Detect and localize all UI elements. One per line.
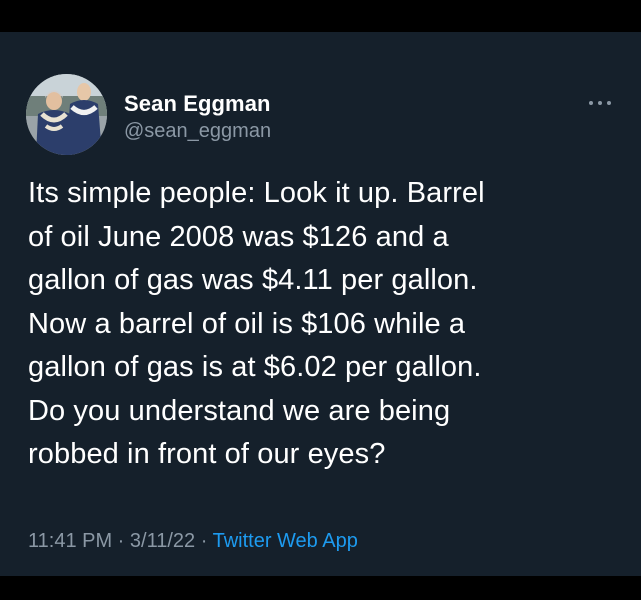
tweet-text: Its simple people: Look it up. Barrel of… [28, 177, 485, 470]
dot [589, 101, 593, 105]
tweet-time[interactable]: 11:41 PM [28, 530, 112, 552]
more-options-icon[interactable] [586, 96, 616, 110]
tweet-date[interactable]: 3/11/22 [130, 530, 195, 552]
profile-photo-icon [26, 74, 107, 155]
tweet-source-link[interactable]: Twitter Web App [213, 530, 358, 552]
author-handle[interactable]: @sean_eggman [124, 119, 271, 143]
tweet-author[interactable]: Sean Eggman @sean_eggman [124, 91, 271, 143]
dot [598, 101, 602, 105]
meta-separator: · [195, 530, 213, 552]
avatar[interactable] [26, 74, 107, 155]
screenshot-frame: Sean Eggman @sean_eggman Its simple peop… [0, 0, 641, 600]
dot [607, 101, 611, 105]
tweet-card: Sean Eggman @sean_eggman Its simple peop… [0, 32, 641, 576]
meta-separator: · [112, 530, 130, 552]
author-display-name[interactable]: Sean Eggman [124, 91, 271, 117]
tweet-metadata: 11:41 PM · 3/11/22 · Twitter Web App [28, 529, 358, 553]
